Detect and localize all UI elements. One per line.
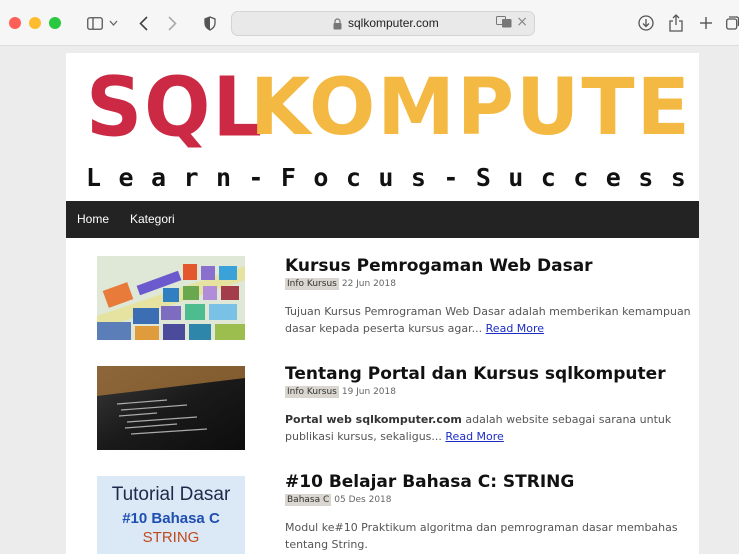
main-nav: Home Kategori <box>66 201 699 238</box>
nav-home-link[interactable]: Home <box>77 212 109 226</box>
back-icon[interactable] <box>135 12 151 34</box>
logo-sql-text: SQL <box>86 60 265 156</box>
post-meta: Info Kursus 22 Jun 2018 <box>285 278 396 290</box>
zoom-window-button[interactable] <box>49 17 61 29</box>
clear-url-icon[interactable]: × <box>516 14 528 30</box>
site-tagline: Learn-Focus-Success <box>86 163 686 192</box>
shield-icon[interactable] <box>202 12 218 34</box>
close-window-button[interactable] <box>9 17 21 29</box>
post-excerpt: Tujuan Kursus Pemrograman Web Dasar adal… <box>285 305 691 335</box>
post-date: 19 Jun 2018 <box>341 387 396 397</box>
browser-toolbar: sqlkomputer.com × <box>0 0 739 46</box>
download-icon[interactable] <box>636 12 656 34</box>
logo-komputer-text: KOMPUTER <box>250 63 699 153</box>
thumb-line2: #10 Bahasa C <box>122 510 220 527</box>
sidebar-icon[interactable] <box>84 12 106 34</box>
thumb-line3: STRING <box>142 529 200 546</box>
chevron-down-icon[interactable] <box>107 12 119 34</box>
new-tab-icon[interactable] <box>697 12 715 34</box>
share-icon[interactable] <box>666 12 686 34</box>
url-text: sqlkomputer.com <box>348 16 439 30</box>
category-badge[interactable]: Bahasa C <box>285 494 332 506</box>
nav-kategori-link[interactable]: Kategori <box>130 212 175 226</box>
read-more-link[interactable]: Read More <box>486 322 544 335</box>
site-logo[interactable]: SQL KOMPUTER Learn-Focus-Success <box>66 53 699 201</box>
post-thumbnail[interactable]: Tutorial Dasar #10 Bahasa C STRING <box>97 476 245 554</box>
category-badge[interactable]: Info Kursus <box>285 278 339 290</box>
read-more-link[interactable]: Read More <box>445 430 503 443</box>
post-thumbnail[interactable] <box>97 366 245 450</box>
minimize-window-button[interactable] <box>29 17 41 29</box>
post-excerpt: Portal web sqlkomputer.com adalah websit… <box>285 413 672 443</box>
post-date: 05 Des 2018 <box>334 495 392 505</box>
post-thumbnail[interactable] <box>97 256 245 340</box>
category-badge[interactable]: Info Kursus <box>285 386 339 398</box>
forward-icon[interactable] <box>164 12 180 34</box>
lock-icon <box>333 18 342 30</box>
translate-icon[interactable] <box>496 16 512 31</box>
post-date: 22 Jun 2018 <box>341 279 396 289</box>
thumb-line1: Tutorial Dasar <box>111 484 231 505</box>
post-title[interactable]: Tentang Portal dan Kursus sqlkomputer <box>285 364 666 384</box>
post-title[interactable]: Kursus Pemrogaman Web Dasar <box>285 256 593 276</box>
post-meta: Info Kursus 19 Jun 2018 <box>285 386 396 398</box>
post-title[interactable]: #10 Belajar Bahasa C: STRING <box>285 472 574 492</box>
post-meta: Bahasa C 05 Des 2018 <box>285 494 392 506</box>
tab-overview-icon[interactable] <box>726 12 739 34</box>
address-bar[interactable]: sqlkomputer.com × <box>231 11 535 36</box>
web-page: SQL KOMPUTER Learn-Focus-Success Home Ka… <box>66 53 699 554</box>
post-excerpt: Modul ke#10 Praktikum algoritma dan pemr… <box>285 521 678 551</box>
